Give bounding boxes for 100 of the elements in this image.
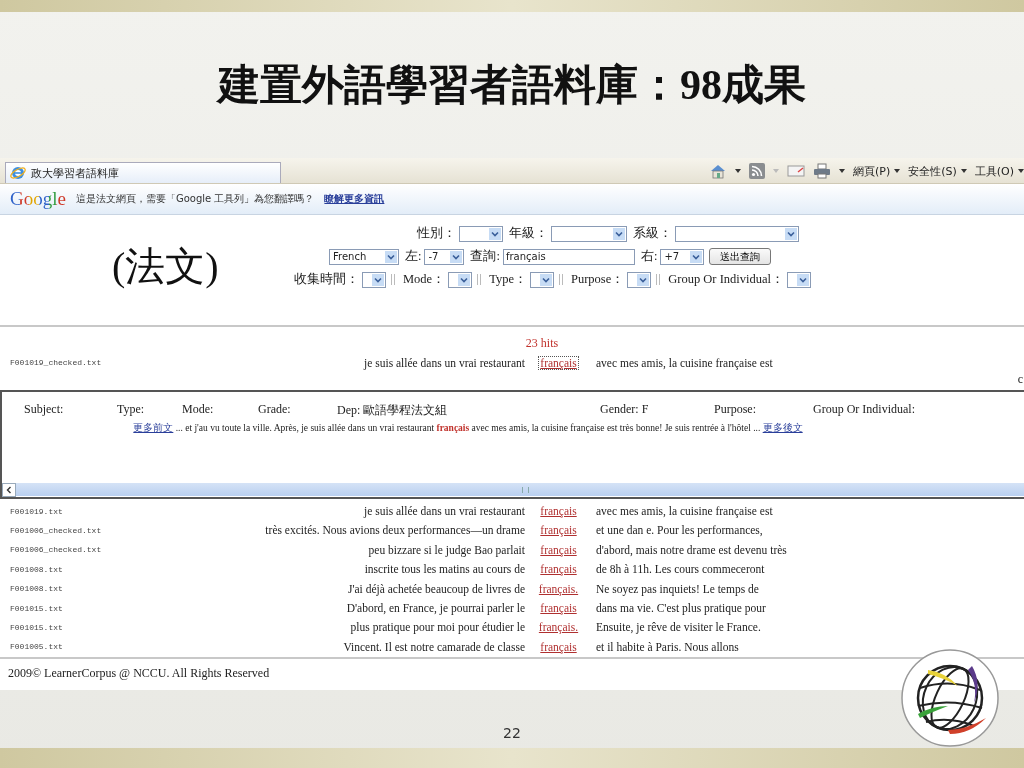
right-context: d'abord, mais notre drame est devenu très <box>595 543 788 556</box>
dropdown[interactable] <box>627 271 652 288</box>
translate-message: 這是法文網頁，需要「Google 工具列」為您翻譯嗎？ <box>75 192 315 206</box>
keyword-link[interactable]: français <box>539 356 578 369</box>
field-label: Group Or Individual： <box>668 271 785 288</box>
metadata-field: Group Or Individual: <box>813 402 1024 420</box>
browser-tab[interactable]: 政大學習者語料庫 <box>5 162 281 183</box>
dropdown[interactable]: +7 <box>660 248 705 265</box>
left-context: Vincent. Il est notre camarade de classe <box>342 640 525 653</box>
left-context: je suis allée dans un vrai restaurant <box>362 505 525 518</box>
chevron-icon <box>372 273 384 286</box>
horizontal-scrollbar[interactable] <box>2 483 1024 497</box>
right-context: et une dan e. Pour les performances, <box>595 524 764 537</box>
field-label: 年級： <box>509 225 548 242</box>
metadata-field: Mode: <box>182 402 258 420</box>
left-context: je suis allée dans un vrai restaurant <box>362 356 525 369</box>
field-label: 收集時間： <box>294 271 359 288</box>
keyword-link[interactable]: français <box>539 524 578 537</box>
menu-button[interactable]: 安全性(S) <box>908 163 957 179</box>
right-context: avec mes amis, la cuisine française est <box>595 356 774 369</box>
chevron-icon <box>458 273 471 286</box>
metadata-field: Gender: F <box>600 402 714 420</box>
file-name: F001015.txt <box>9 622 64 632</box>
mail-icon[interactable] <box>786 164 805 178</box>
file-name: F001019_checked.txt <box>9 358 103 368</box>
menu-button[interactable]: 網頁(P) <box>852 163 891 179</box>
learn-more-link[interactable]: 瞭解更多資訊 <box>324 192 385 206</box>
caret-icon[interactable] <box>1018 169 1024 173</box>
caret-icon[interactable] <box>894 169 901 173</box>
field-label: 左: <box>405 248 422 265</box>
metadata-field: Subject: <box>24 402 117 420</box>
left-context: plus pratique pour moi pour étudier le <box>349 621 525 634</box>
field-label: 性別： <box>417 225 456 242</box>
keyword-link[interactable]: français. <box>537 582 580 595</box>
right-context: Ensuite, je rêve de visiter le France. <box>595 621 762 634</box>
chevron-icon <box>637 273 650 286</box>
caret-icon[interactable] <box>838 169 845 173</box>
copyright-text: 2009© LearnerCorpus @ NCCU. All Rights Reserved <box>8 666 270 681</box>
keyword-link[interactable]: français <box>539 543 578 556</box>
left-context: très excités. Nous avions deux performances—un drame <box>264 524 525 537</box>
keyword-link[interactable]: français <box>539 505 578 518</box>
caret-icon[interactable] <box>960 169 967 173</box>
chevron-icon <box>540 273 552 286</box>
slide-title: 建置外語學習者語料庫：98成果 <box>218 61 806 110</box>
scroll-left-icon[interactable] <box>2 482 16 497</box>
previous-text-link[interactable]: 更多前文 <box>133 423 174 434</box>
chevron-icon <box>785 227 797 240</box>
dropdown[interactable] <box>530 271 554 288</box>
field-label: Type： <box>489 271 527 288</box>
dropdown[interactable]: French <box>329 248 399 265</box>
keyword-link[interactable]: français <box>539 640 578 653</box>
field-label: Mode： <box>403 271 446 288</box>
query-field[interactable]: français <box>502 248 635 265</box>
dropdown[interactable] <box>551 225 627 242</box>
dropdown[interactable]: -7 <box>424 248 465 265</box>
file-name: F001005.txt <box>9 642 64 652</box>
rss-icon[interactable] <box>748 163 765 179</box>
left-context: J'ai déjà achetée beaucoup de livres de <box>346 582 525 595</box>
keyword-link[interactable]: français <box>539 563 578 576</box>
field-label: 查詢: <box>470 248 500 265</box>
left-context: inscrite tous les matins au cours de <box>363 563 525 576</box>
right-context: avec mes amis, la cuisine française est <box>595 505 774 518</box>
context-sentence: 更多前文 ... et j'au vu toute la ville. Après, je suis allée dans un vrai restaurant français avec mes amis, la cuisine française est très bonne! Je suis rentrée à l'hôtel ... 更多後文 <box>132 422 804 436</box>
dropdown[interactable] <box>787 271 812 288</box>
metadata-field: Type: <box>117 402 182 420</box>
file-name: F001015.txt <box>9 603 64 613</box>
right-context: dans ma vie. C'est plus pratique pour <box>595 602 767 615</box>
file-name: F001008.txt <box>9 564 64 574</box>
metadata-field: Dep: 歐語學程法文組 <box>337 402 600 420</box>
field-label: 右: <box>640 248 658 265</box>
page-number: 22 <box>503 725 521 741</box>
chevron-icon <box>489 227 501 240</box>
dropdown[interactable] <box>362 271 386 288</box>
keyword-link[interactable]: français <box>539 602 578 615</box>
submit-button[interactable]: 送出查詢 <box>709 248 772 265</box>
chevron-icon <box>690 250 703 263</box>
next-text-link[interactable]: 更多後文 <box>762 423 803 434</box>
metadata-field: Grade: <box>258 402 337 420</box>
chevron-icon <box>797 273 810 286</box>
chevron-icon <box>385 250 397 263</box>
dropdown[interactable] <box>448 271 473 288</box>
printer-icon[interactable] <box>812 163 831 179</box>
file-name: F001008.txt <box>9 584 64 594</box>
left-context: D'abord, en France, je pourrai parler le <box>345 602 525 615</box>
menu-button[interactable]: 工具(O) <box>974 163 1014 179</box>
dropdown[interactable] <box>675 225 799 242</box>
language-annotation: (法文) <box>112 243 219 291</box>
caret-icon[interactable] <box>734 169 741 173</box>
file-name: F001019.txt <box>9 506 64 516</box>
keyword-link[interactable]: français. <box>537 621 580 634</box>
hit-count: 23 hits <box>525 336 559 352</box>
file-name: F001006_checked.txt <box>9 545 103 555</box>
cut-text: c <box>1017 372 1023 387</box>
browser-icon <box>10 165 26 181</box>
right-context: et il habite à Paris. Nous allons <box>595 640 740 653</box>
field-label: Purpose： <box>571 271 625 288</box>
metadata-field: Purpose: <box>714 402 813 420</box>
right-context: Ne soyez pas inquiets! Le temps de <box>595 582 760 595</box>
dropdown[interactable] <box>459 225 503 242</box>
left-context: peu bizzare si le judge Bao parlait <box>367 543 525 556</box>
